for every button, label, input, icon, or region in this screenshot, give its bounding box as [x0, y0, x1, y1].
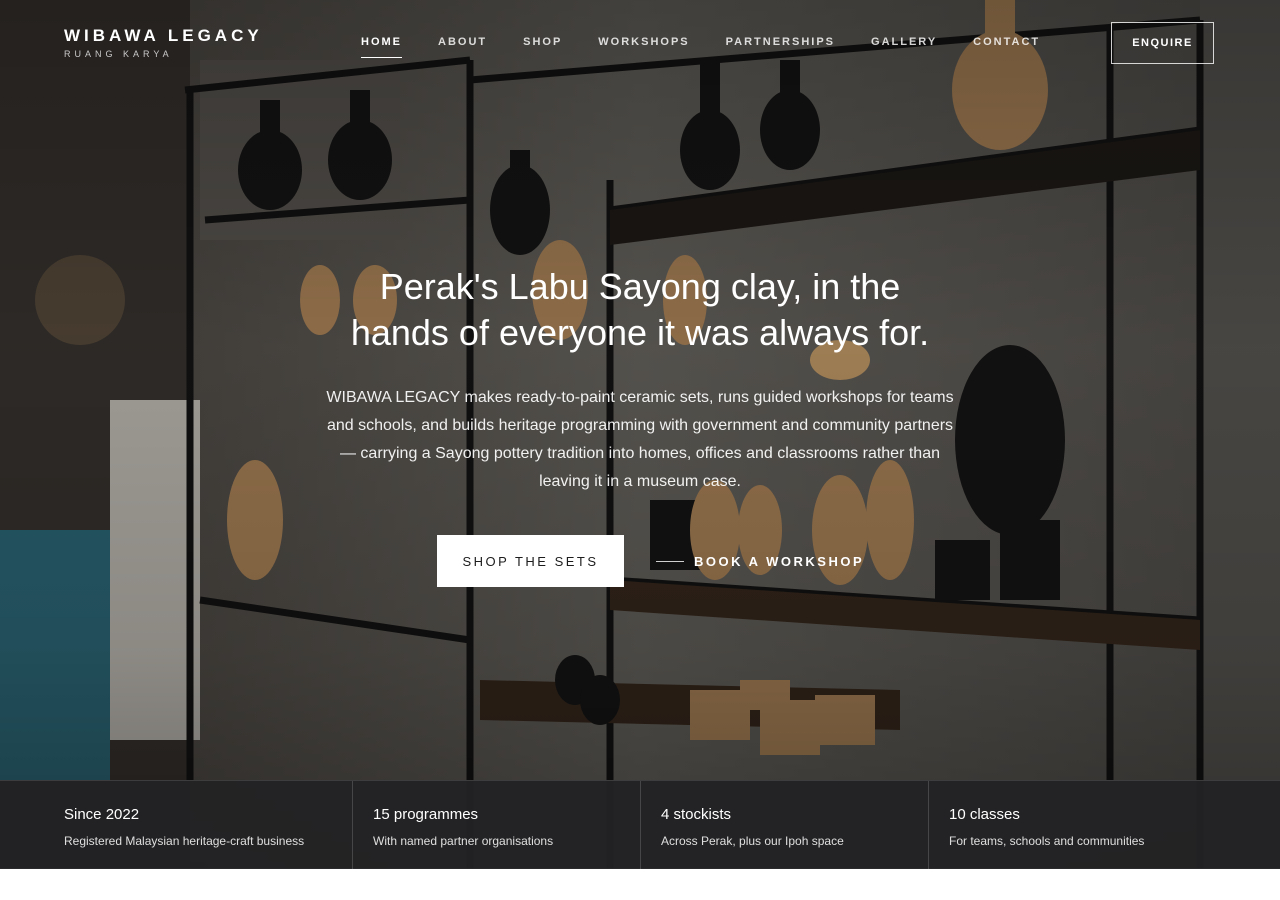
stat-divider [928, 781, 929, 869]
stat-value: 10 classes [949, 806, 1020, 823]
stat-value: 15 programmes [373, 806, 479, 823]
dash-icon [656, 560, 684, 562]
nav-item-shop[interactable]: SHOP [523, 36, 562, 58]
hero-title-line-1: Perak's Labu Sayong clay, in the [379, 266, 901, 307]
stat-divider [640, 781, 641, 869]
enquire-button[interactable]: ENQUIRE [1111, 22, 1214, 64]
nav-item-contact[interactable]: CONTACT [973, 36, 1040, 58]
hero-title-line-2: hands of everyone it was always for. [350, 312, 930, 353]
stat-label: Registered Malaysian heritage-craft busi… [64, 834, 305, 848]
hero-title: Perak's Labu Sayong clay, in the hands o… [290, 264, 990, 356]
stats-bar: Since 2022 Registered Malaysian heritage… [0, 780, 1280, 869]
nav-item-workshops[interactable]: WORKSHOPS [598, 36, 689, 58]
main-nav: HOME ABOUT SHOP WORKSHOPS PARTNERSHIPS G… [361, 36, 1076, 58]
stat-value: 4 stockists [661, 806, 732, 823]
hero-description: WIBAWA LEGACY makes ready-to-paint ceram… [326, 389, 954, 490]
stat-divider [352, 781, 353, 869]
stat-label: Across Perak, plus our Ipoh space [661, 834, 844, 848]
brand-name: WIBAWA LEGACY [64, 26, 263, 45]
book-workshop-label: BOOK A WORKSHOP [694, 553, 865, 569]
nav-item-about[interactable]: ABOUT [438, 36, 487, 58]
brand-tagline: RUANG KARYA [64, 49, 173, 59]
stat-label: For teams, schools and communities [949, 834, 1145, 848]
stat-value: Since 2022 [64, 806, 140, 823]
nav-item-home[interactable]: HOME [361, 36, 402, 58]
brand-logo[interactable]: WIBAWA LEGACY RUANG KARYA [64, 26, 263, 59]
stat-label: With named partner organisations [373, 834, 554, 848]
nav-item-partnerships[interactable]: PARTNERSHIPS [726, 36, 835, 58]
book-workshop-link[interactable]: BOOK A WORKSHOP [656, 550, 864, 572]
shop-the-sets-button[interactable]: SHOP THE SETS [437, 535, 624, 587]
nav-item-gallery[interactable]: GALLERY [871, 36, 937, 58]
